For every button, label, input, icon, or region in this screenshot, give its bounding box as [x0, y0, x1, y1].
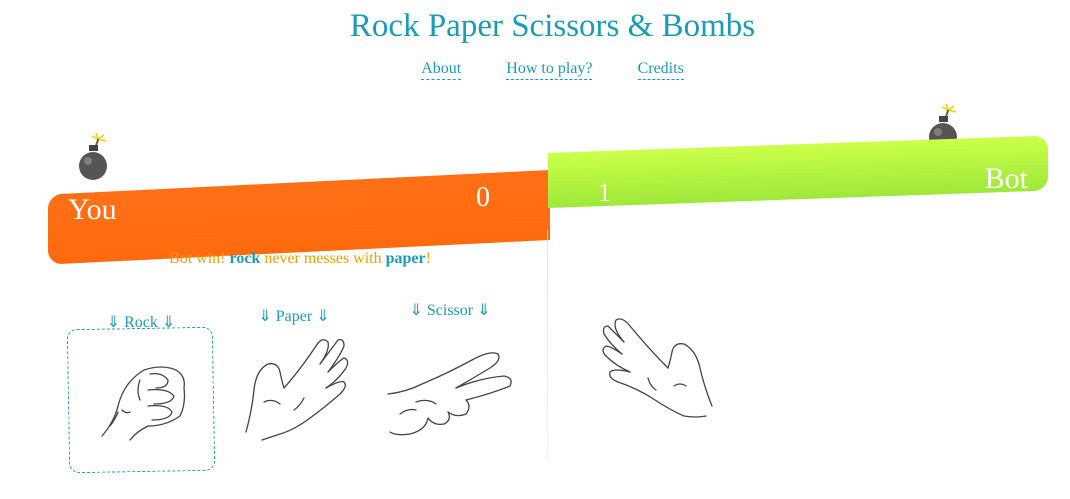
- result-suffix: !: [425, 250, 431, 267]
- bot-label: Bot: [984, 162, 1028, 195]
- choice-paper-label: ⇓ Paper ⇓: [258, 308, 330, 325]
- nav-how-to-play-link[interactable]: How to play?: [506, 60, 593, 80]
- result-winner-move: rock: [229, 250, 261, 267]
- choice-rock[interactable]: ⇓ Rock ⇓: [68, 312, 214, 332]
- bot-score: 1: [598, 178, 611, 207]
- bot-paper-hand-icon: [602, 318, 713, 418]
- result-prefix: Bot win!: [169, 250, 230, 267]
- choice-rock-label: ⇓ Rock ⇓: [106, 314, 176, 331]
- scoreboard: You 0 1 Bot: [48, 135, 1048, 265]
- result-loser-move: paper: [385, 250, 426, 267]
- page-title: Rock Paper Scissors & Bombs: [349, 8, 756, 44]
- top-nav: About How to play? Credits: [0, 58, 1070, 80]
- round-result: Bot win! rock never messes with paper!: [100, 250, 500, 268]
- scissor-hand-icon[interactable]: [386, 344, 516, 440]
- player-score: 0: [476, 182, 490, 213]
- choice-paper[interactable]: ⇓ Paper ⇓: [230, 306, 358, 326]
- player-label: You: [68, 193, 117, 226]
- nav-credits-link[interactable]: Credits: [637, 60, 684, 80]
- nav-about-link[interactable]: About: [421, 60, 462, 80]
- field-divider: [547, 230, 548, 460]
- bot-score-bar: [548, 135, 1048, 208]
- choice-scissor-label: ⇓ Scissor ⇓: [409, 302, 491, 319]
- result-middle: never messes with: [260, 250, 386, 267]
- choice-scissor[interactable]: ⇓ Scissor ⇓: [380, 300, 520, 320]
- rock-hand-icon[interactable]: [96, 360, 192, 444]
- paper-hand-icon[interactable]: [240, 326, 352, 442]
